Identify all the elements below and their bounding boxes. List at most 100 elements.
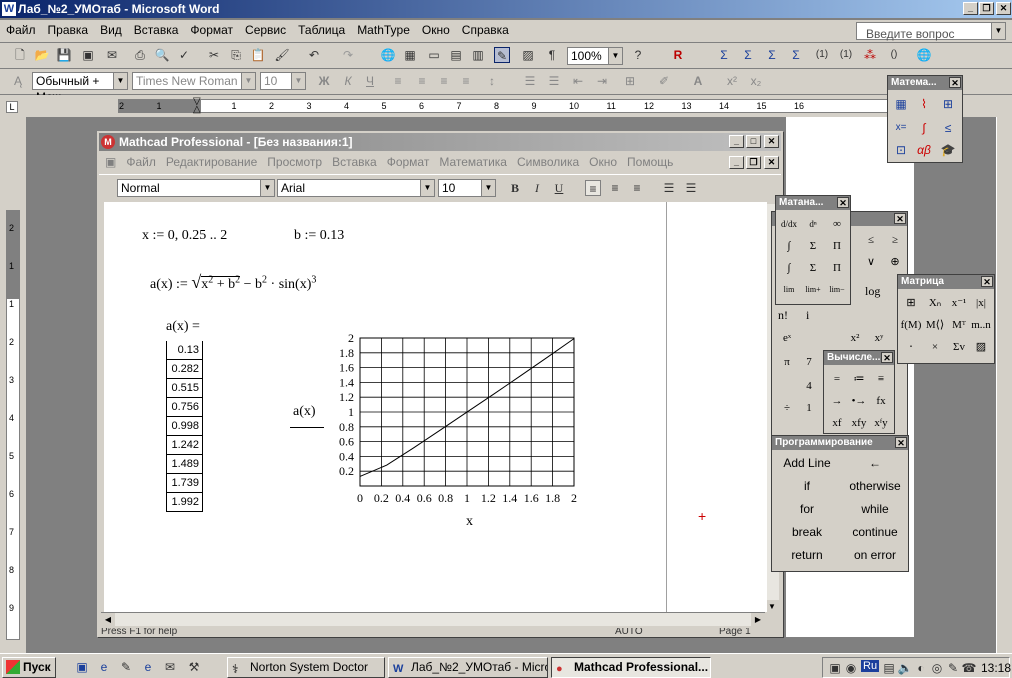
mc-menu-edit[interactable]: Редактирование: [161, 153, 262, 171]
mc-underline-icon[interactable]: U: [551, 180, 567, 196]
chevron-down-icon[interactable]: ▼: [481, 180, 495, 196]
sum-icon[interactable]: Σ: [716, 47, 732, 63]
drawing-icon[interactable]: ✎: [494, 47, 510, 63]
mc-horizontal-scrollbar[interactable]: ◀ ▶: [101, 612, 765, 626]
range-sum-icon[interactable]: Σ: [802, 258, 824, 278]
tray-icon-4[interactable]: ◐: [913, 660, 929, 676]
evaluation-palette[interactable]: Вычисле... ✕ = ≔ ≡ → •→ fx xf xfy xᶠy: [823, 350, 895, 434]
doc-map-icon[interactable]: ▨: [520, 47, 536, 63]
global-define-key[interactable]: ≡: [870, 369, 892, 389]
factorial-key[interactable]: n!: [778, 308, 788, 323]
chevron-down-icon[interactable]: ▼: [608, 48, 622, 64]
square-key[interactable]: x²: [844, 328, 866, 348]
chevron-down-icon[interactable]: ▼: [291, 73, 305, 89]
new-doc-icon[interactable]: 🗋: [12, 47, 28, 63]
matrix-insert-icon[interactable]: ⊞: [900, 293, 922, 313]
equation-number-icon[interactable]: (1): [814, 47, 830, 63]
align-center-icon[interactable]: ≡: [414, 73, 430, 89]
log-key[interactable]: log: [865, 284, 880, 299]
divide-key[interactable]: ÷: [776, 398, 798, 418]
subscript-icon[interactable]: x₂: [748, 73, 764, 89]
evaluation-icon[interactable]: x=: [893, 120, 909, 136]
mc-align-right-icon[interactable]: ≡: [629, 180, 645, 196]
quicklaunch-notepad-icon[interactable]: ✎: [118, 659, 134, 675]
restore-button[interactable]: ❐: [979, 2, 994, 15]
if-button[interactable]: if: [774, 479, 840, 493]
quicklaunch-outlook-icon[interactable]: ✉: [162, 659, 178, 675]
quicklaunch-browser-icon[interactable]: e: [140, 659, 156, 675]
zoom-select[interactable]: 100% ▼: [567, 47, 623, 65]
help-search-input[interactable]: Введите вопрос ▼: [856, 22, 1006, 41]
help-icon[interactable]: ?: [630, 47, 646, 63]
horizontal-ruler[interactable]: 2 1 1 2 3 4 5 6 7 8 9 10 11 12 13 14 15 16 ▽ △: [118, 97, 958, 115]
nth-derivative-icon[interactable]: dⁿ: [802, 214, 824, 234]
cut-icon[interactable]: ✂: [206, 47, 222, 63]
limit-icon[interactable]: lim: [778, 280, 800, 300]
add-line-button[interactable]: Add Line: [774, 456, 840, 470]
word-app-icon[interactable]: W: [2, 2, 16, 16]
mc-menu-math[interactable]: Математика: [434, 153, 512, 171]
prefix-key[interactable]: fx: [870, 391, 892, 411]
derivative-icon[interactable]: d/dx: [778, 214, 800, 234]
start-button[interactable]: Пуск: [2, 657, 56, 678]
menu-window[interactable]: Окно: [416, 20, 456, 40]
mc-menu-symbolics[interactable]: Символика: [512, 153, 584, 171]
four-key[interactable]: 4: [798, 376, 820, 396]
scroll-left-icon[interactable]: ◀: [101, 613, 115, 626]
minimize-button[interactable]: _: [963, 2, 978, 15]
scroll-down-icon[interactable]: ▼: [765, 600, 779, 614]
align-left-icon[interactable]: ≡: [390, 73, 406, 89]
scroll-right-icon[interactable]: ▶: [751, 613, 765, 626]
boolean-icon[interactable]: ≤: [940, 120, 956, 136]
align-right-icon[interactable]: ≡: [436, 73, 452, 89]
exp-key[interactable]: eˣ: [776, 328, 798, 348]
open-icon[interactable]: 📂: [34, 47, 50, 63]
break-button[interactable]: break: [774, 525, 840, 539]
task-word[interactable]: W Лаб_№2_УМОтаб - Micro...: [388, 657, 548, 678]
highlight-icon[interactable]: ✐: [656, 73, 672, 89]
mathcad-minimize-button[interactable]: _: [729, 135, 744, 148]
bold-icon[interactable]: Ж: [316, 73, 332, 89]
mc-align-center-icon[interactable]: ≡: [607, 180, 623, 196]
symbolic-eval-key[interactable]: →: [826, 391, 848, 411]
continue-button[interactable]: continue: [842, 525, 908, 539]
menu-view[interactable]: Вид: [94, 20, 128, 40]
menu-file[interactable]: Файл: [0, 20, 42, 40]
mc-font-select[interactable]: Arial ▼: [277, 179, 435, 197]
cross-product-icon[interactable]: ×: [924, 337, 946, 357]
le-key[interactable]: ≤: [860, 230, 882, 250]
sum-icon-3[interactable]: Σ: [764, 47, 780, 63]
borders-icon[interactable]: ⊞: [622, 73, 638, 89]
symbolic-icon[interactable]: 🎓: [940, 142, 956, 158]
tray-icon-5[interactable]: ◎: [929, 660, 945, 676]
mathcad-close-button[interactable]: ✕: [764, 135, 779, 148]
show-hide-icon[interactable]: ¶: [544, 47, 560, 63]
return-button[interactable]: return: [774, 548, 840, 562]
equation-update-icon[interactable]: ⁂: [862, 47, 878, 63]
on-error-button[interactable]: on error: [842, 548, 908, 562]
close-icon[interactable]: ✕: [949, 77, 961, 88]
matrix-palette[interactable]: Матрица ✕ ⊞ Xₙ x⁻¹ |x| f(M) M⟨⟩ Mᵀ m..n ⋅…: [897, 274, 995, 364]
mc-italic-icon[interactable]: I: [529, 180, 545, 196]
underline-icon[interactable]: Ч: [362, 73, 378, 89]
range-definition[interactable]: x := 0, 0.25 .. 2: [142, 228, 227, 244]
word-vertical-scrollbar[interactable]: [996, 117, 1012, 653]
mc-numbering-icon[interactable]: ☰: [683, 180, 699, 196]
copy-icon[interactable]: ⎘: [228, 47, 244, 63]
quicklaunch-desktop-icon[interactable]: ▣: [74, 659, 90, 675]
local-assign-button[interactable]: ←: [842, 456, 908, 470]
seven-key[interactable]: 7: [798, 352, 820, 372]
tray-icon-2[interactable]: ◉: [843, 660, 859, 676]
calculator-icon[interactable]: ▦: [893, 96, 909, 112]
menu-edit[interactable]: Правка: [42, 20, 95, 40]
quicklaunch-ie-icon[interactable]: e: [96, 659, 112, 675]
keyword-eval-key[interactable]: •→: [848, 391, 870, 411]
mc-bold-icon[interactable]: B: [507, 180, 523, 196]
vectorize-key[interactable]: f(M): [900, 315, 922, 335]
indefinite-integral-icon[interactable]: ∫: [778, 258, 800, 278]
sum-icon-2[interactable]: Σ: [740, 47, 756, 63]
product-icon[interactable]: Π: [826, 236, 848, 256]
mc-menu-format[interactable]: Формат: [382, 153, 435, 171]
evaluate-key[interactable]: =: [826, 369, 848, 389]
one-key[interactable]: 1: [798, 398, 820, 418]
